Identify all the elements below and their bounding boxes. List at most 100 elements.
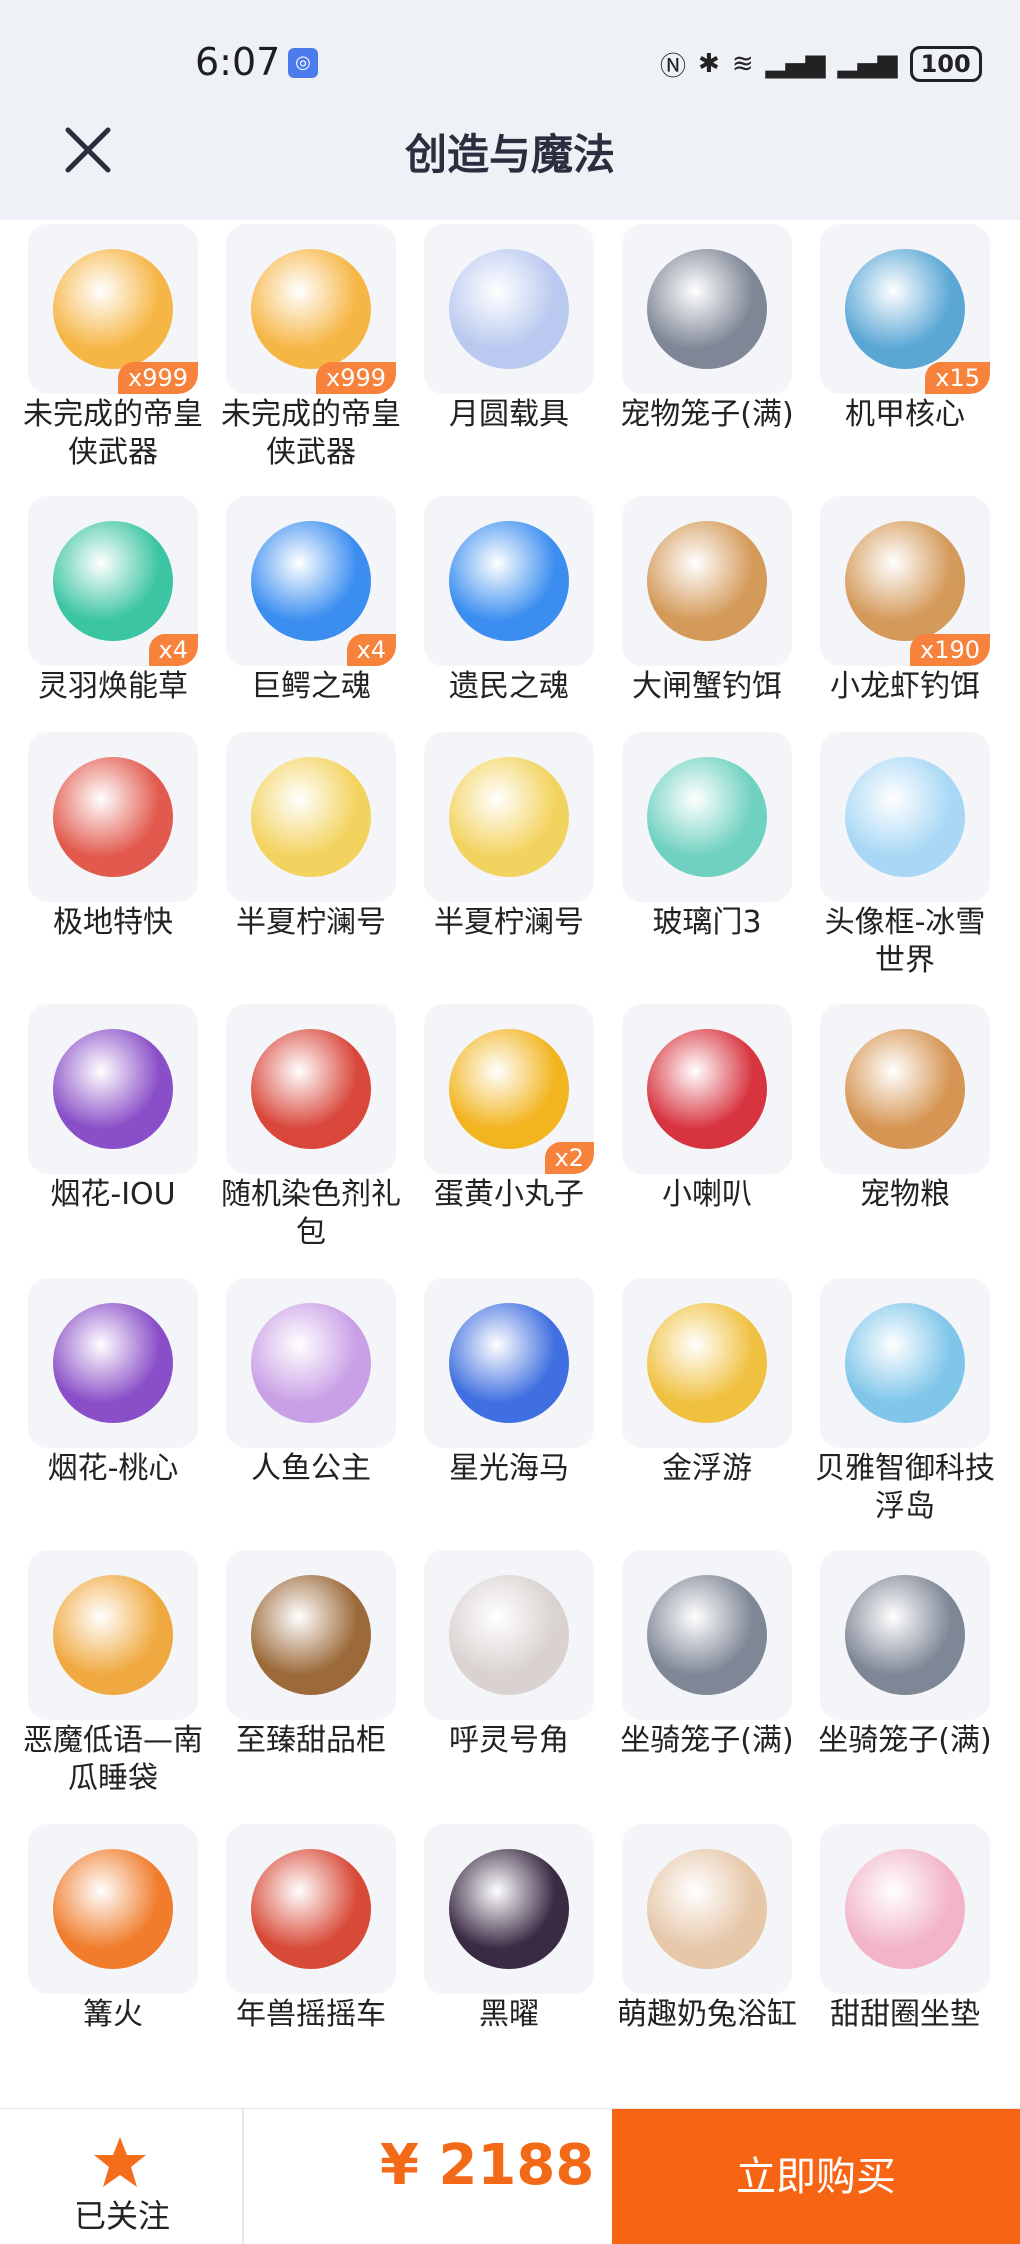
item-label: 遗民之魂 bbox=[449, 669, 569, 704]
grid-item[interactable]: 大闸蟹钓饵 bbox=[594, 496, 792, 756]
item-thumbnail bbox=[28, 1004, 198, 1174]
item-thumbnail bbox=[622, 1550, 792, 1720]
grid-item[interactable]: 随机染色剂礼包 bbox=[198, 1004, 401, 1264]
item-label: 月圆载具 bbox=[449, 397, 569, 432]
item-label: 至臻甜品柜 bbox=[236, 1723, 386, 1758]
grid-item[interactable]: 篝火 bbox=[0, 1824, 198, 2084]
page-title: 创造与魔法 bbox=[404, 130, 615, 179]
item-image bbox=[53, 1303, 173, 1423]
grid-item[interactable]: 烟花-桃心 bbox=[0, 1278, 198, 1538]
item-thumbnail bbox=[424, 1278, 594, 1448]
status-bar: 6:07 ◎ Ⓝ ✱ ≋ ▂▄▆ ▂▄▆ 100 bbox=[0, 0, 1020, 120]
item-thumbnail: x2 bbox=[424, 1004, 594, 1174]
grid-item[interactable]: 半夏柠澜号 bbox=[396, 732, 594, 992]
item-image bbox=[251, 1029, 371, 1149]
item-label: 年兽摇摇车 bbox=[236, 1997, 386, 2032]
grid-item[interactable]: 宠物粮 bbox=[792, 1004, 990, 1264]
item-label: 烟花-桃心 bbox=[47, 1451, 179, 1486]
grid-item[interactable]: x15 机甲核心 bbox=[792, 224, 990, 484]
item-label: 玻璃门3 bbox=[652, 905, 762, 940]
item-image bbox=[647, 1303, 767, 1423]
item-image bbox=[449, 249, 569, 369]
item-image bbox=[449, 1575, 569, 1695]
buy-now-button[interactable]: 立即购买 bbox=[612, 2109, 1020, 2244]
top-area: 6:07 ◎ Ⓝ ✱ ≋ ▂▄▆ ▂▄▆ 100 创造与魔法 bbox=[0, 0, 1020, 220]
item-thumbnail bbox=[424, 732, 594, 902]
system-icons: Ⓝ ✱ ≋ ▂▄▆ ▂▄▆ 100 bbox=[660, 44, 982, 84]
grid-item[interactable]: 小喇叭 bbox=[594, 1004, 792, 1264]
item-label: 烟花-IOU bbox=[50, 1177, 176, 1212]
item-image bbox=[53, 1849, 173, 1969]
item-thumbnail bbox=[622, 1278, 792, 1448]
item-image bbox=[251, 521, 371, 641]
grid-item[interactable]: 恶魔低语—南瓜睡袋 bbox=[0, 1550, 203, 1810]
grid-item[interactable]: 呼灵号角 bbox=[396, 1550, 594, 1810]
grid-item[interactable]: x4 巨鳄之魂 bbox=[198, 496, 396, 756]
grid-item[interactable]: 宠物笼子(满) bbox=[594, 224, 794, 484]
item-thumbnail bbox=[622, 496, 792, 666]
quantity-badge: x999 bbox=[315, 362, 396, 394]
bluetooth-icon: ✱ bbox=[698, 49, 720, 79]
item-image bbox=[647, 1849, 767, 1969]
item-thumbnail bbox=[424, 224, 594, 394]
item-thumbnail bbox=[226, 1824, 396, 1994]
item-label: 贝雅智御科技浮岛 bbox=[815, 1451, 995, 1524]
grid-item[interactable]: 年兽摇摇车 bbox=[198, 1824, 396, 2084]
item-thumbnail: x15 bbox=[820, 224, 990, 394]
item-image bbox=[845, 757, 965, 877]
wifi-icon: ≋ bbox=[731, 49, 754, 79]
item-label: 头像框-冰雪世界 bbox=[824, 905, 986, 978]
grid-item[interactable]: 甜甜圈坐垫 bbox=[792, 1824, 990, 2084]
item-label: 坐骑笼子(满) bbox=[620, 1723, 794, 1758]
item-image bbox=[845, 249, 965, 369]
grid-item[interactable]: 至臻甜品柜 bbox=[198, 1550, 396, 1810]
item-thumbnail: x999 bbox=[28, 224, 198, 394]
item-image bbox=[449, 1303, 569, 1423]
item-image bbox=[449, 521, 569, 641]
grid-item[interactable]: x999 未完成的帝皇侠武器 bbox=[198, 224, 401, 484]
grid-item[interactable]: 半夏柠澜号 bbox=[198, 732, 396, 992]
item-image bbox=[53, 1575, 173, 1695]
grid-item[interactable]: 萌趣奶兔浴缸 bbox=[594, 1824, 797, 2084]
item-image bbox=[449, 1849, 569, 1969]
item-label: 巨鳄之魂 bbox=[251, 669, 371, 704]
grid-item[interactable]: 坐骑笼子(满) bbox=[792, 1550, 992, 1810]
item-image bbox=[647, 1575, 767, 1695]
item-image bbox=[53, 757, 173, 877]
item-image bbox=[845, 1575, 965, 1695]
grid-item[interactable]: x2 蛋黄小丸子 bbox=[396, 1004, 594, 1264]
item-image bbox=[845, 521, 965, 641]
bottom-action-bar: 已关注 ¥ 2188 立即购买 bbox=[0, 2108, 1020, 2244]
item-thumbnail bbox=[820, 1004, 990, 1174]
grid-item[interactable]: x190 小龙虾钓饵 bbox=[792, 496, 990, 756]
grid-item[interactable]: x4 灵羽焕能草 bbox=[0, 496, 198, 756]
item-image bbox=[53, 249, 173, 369]
status-time: 6:07 bbox=[195, 40, 281, 84]
item-image bbox=[647, 1029, 767, 1149]
grid-item[interactable]: 黑曜 bbox=[396, 1824, 594, 2084]
item-image bbox=[251, 757, 371, 877]
item-thumbnail bbox=[226, 1550, 396, 1720]
grid-item[interactable]: 玻璃门3 bbox=[594, 732, 792, 992]
item-thumbnail bbox=[622, 732, 792, 902]
grid-item[interactable]: 金浮游 bbox=[594, 1278, 792, 1538]
item-thumbnail bbox=[28, 1278, 198, 1448]
item-label: 宠物笼子(满) bbox=[620, 397, 794, 432]
follow-button[interactable]: 已关注 bbox=[0, 2109, 244, 2244]
grid-item[interactable]: 烟花-IOU bbox=[0, 1004, 198, 1264]
grid-item[interactable]: 极地特快 bbox=[0, 732, 198, 992]
grid-item[interactable]: 月圆载具 bbox=[396, 224, 594, 484]
item-label: 金浮游 bbox=[662, 1451, 752, 1486]
nfc-icon: Ⓝ bbox=[660, 51, 687, 82]
grid-item[interactable]: 头像框-冰雪世界 bbox=[792, 732, 990, 992]
item-thumbnail bbox=[28, 1550, 198, 1720]
grid-item[interactable]: 贝雅智御科技浮岛 bbox=[792, 1278, 995, 1538]
item-label: 甜甜圈坐垫 bbox=[830, 1997, 980, 2032]
grid-item[interactable]: 遗民之魂 bbox=[396, 496, 594, 756]
grid-item[interactable]: 人鱼公主 bbox=[198, 1278, 396, 1538]
item-image bbox=[53, 1029, 173, 1149]
grid-item[interactable]: x999 未完成的帝皇侠武器 bbox=[0, 224, 203, 484]
item-label: 未完成的帝皇侠武器 bbox=[221, 397, 401, 470]
grid-item[interactable]: 星光海马 bbox=[396, 1278, 594, 1538]
grid-item[interactable]: 坐骑笼子(满) bbox=[594, 1550, 794, 1810]
